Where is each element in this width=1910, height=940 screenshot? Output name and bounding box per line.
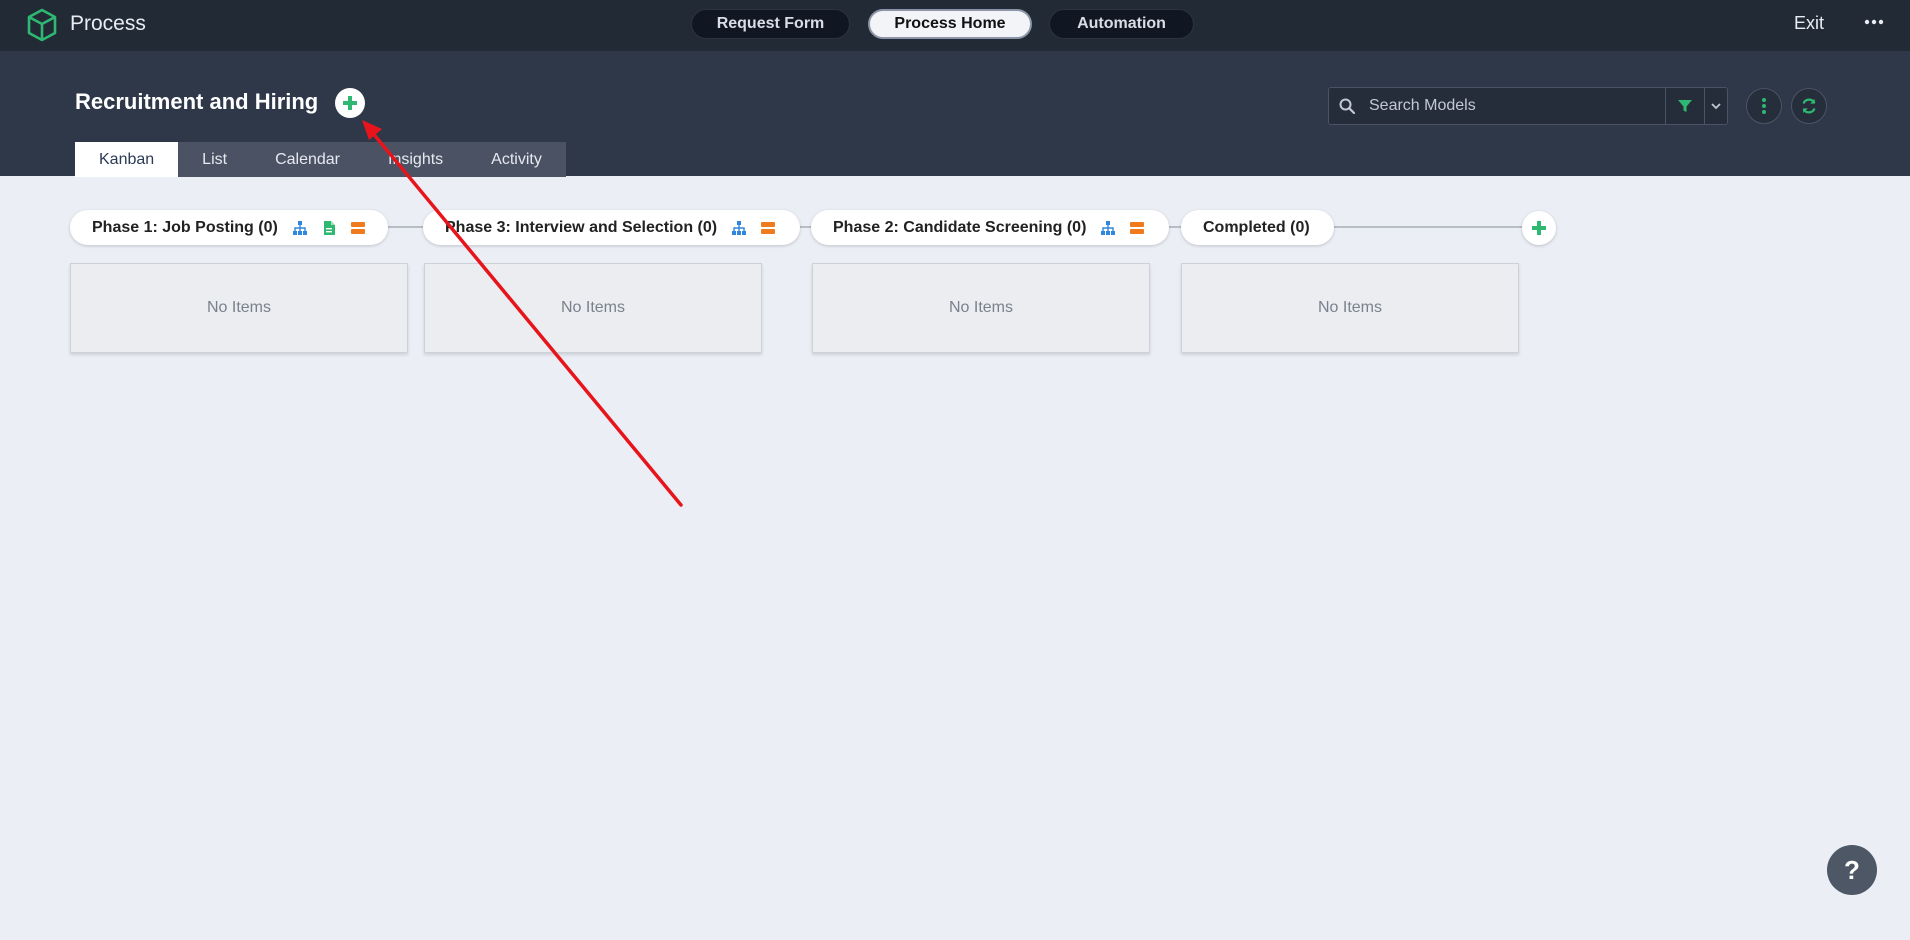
document-icon[interactable] xyxy=(321,220,337,236)
phase-header-candidate-screening[interactable]: Phase 2: Candidate Screening (0) xyxy=(811,210,1169,245)
ellipsis-icon[interactable] xyxy=(1864,12,1884,32)
tab-insights[interactable]: Insights xyxy=(364,142,467,177)
page-header: Recruitment and Hiring Search Models Kan… xyxy=(0,51,1910,177)
nav-process-home[interactable]: Process Home xyxy=(868,9,1032,39)
tab-activity[interactable]: Activity xyxy=(467,142,566,177)
filter-icon xyxy=(1678,100,1692,112)
exit-link[interactable]: Exit xyxy=(1794,13,1824,34)
kanban-column-empty: No Items xyxy=(812,263,1150,353)
add-phase-button[interactable] xyxy=(1522,211,1556,245)
phase-label: Phase 1: Job Posting (0) xyxy=(92,218,278,236)
cube-logo-icon[interactable] xyxy=(26,8,58,42)
layers-icon[interactable] xyxy=(760,220,776,236)
sitemap-icon[interactable] xyxy=(292,220,308,236)
sitemap-icon[interactable] xyxy=(731,220,747,236)
nav-request-form[interactable]: Request Form xyxy=(691,9,850,39)
tab-kanban[interactable]: Kanban xyxy=(75,142,179,177)
search-icon xyxy=(1339,98,1355,114)
plus-icon xyxy=(1532,221,1546,235)
help-button[interactable]: ? xyxy=(1827,845,1877,895)
plus-icon xyxy=(343,96,357,110)
phase-header-job-posting[interactable]: Phase 1: Job Posting (0) xyxy=(70,210,388,245)
phase-connector xyxy=(1330,226,1525,228)
chevron-down-icon xyxy=(1711,103,1721,110)
phase-label: Completed (0) xyxy=(1203,218,1310,236)
phase-label: Phase 2: Candidate Screening (0) xyxy=(833,218,1087,236)
tab-list[interactable]: List xyxy=(178,142,251,177)
kanban-column-empty: No Items xyxy=(1181,263,1519,353)
refresh-button[interactable] xyxy=(1791,88,1827,124)
kanban-column-empty: No Items xyxy=(424,263,762,353)
phase-header-completed[interactable]: Completed (0) xyxy=(1181,210,1334,245)
vertical-ellipsis-icon xyxy=(1762,98,1766,114)
top-bar: Process Request Form Process Home Automa… xyxy=(0,0,1910,51)
kanban-column-empty: No Items xyxy=(70,263,408,353)
search-input[interactable] xyxy=(1369,88,1659,124)
nav-automation[interactable]: Automation xyxy=(1049,9,1194,39)
options-button[interactable] xyxy=(1746,88,1782,124)
tab-calendar[interactable]: Calendar xyxy=(251,142,364,177)
add-item-button[interactable] xyxy=(335,88,365,118)
app-title: Process xyxy=(70,12,146,35)
view-tabs: Kanban List Calendar Insights Activity xyxy=(75,142,566,177)
filter-button[interactable] xyxy=(1665,87,1705,125)
layers-icon[interactable] xyxy=(350,220,366,236)
refresh-icon xyxy=(1802,98,1816,114)
phase-header-interview-selection[interactable]: Phase 3: Interview and Selection (0) xyxy=(423,210,800,245)
page-title: Recruitment and Hiring xyxy=(75,89,319,114)
phase-label: Phase 3: Interview and Selection (0) xyxy=(445,218,718,236)
filter-dropdown-button[interactable] xyxy=(1704,87,1728,125)
layers-icon[interactable] xyxy=(1129,220,1145,236)
search-box xyxy=(1328,87,1666,125)
sitemap-icon[interactable] xyxy=(1100,220,1116,236)
